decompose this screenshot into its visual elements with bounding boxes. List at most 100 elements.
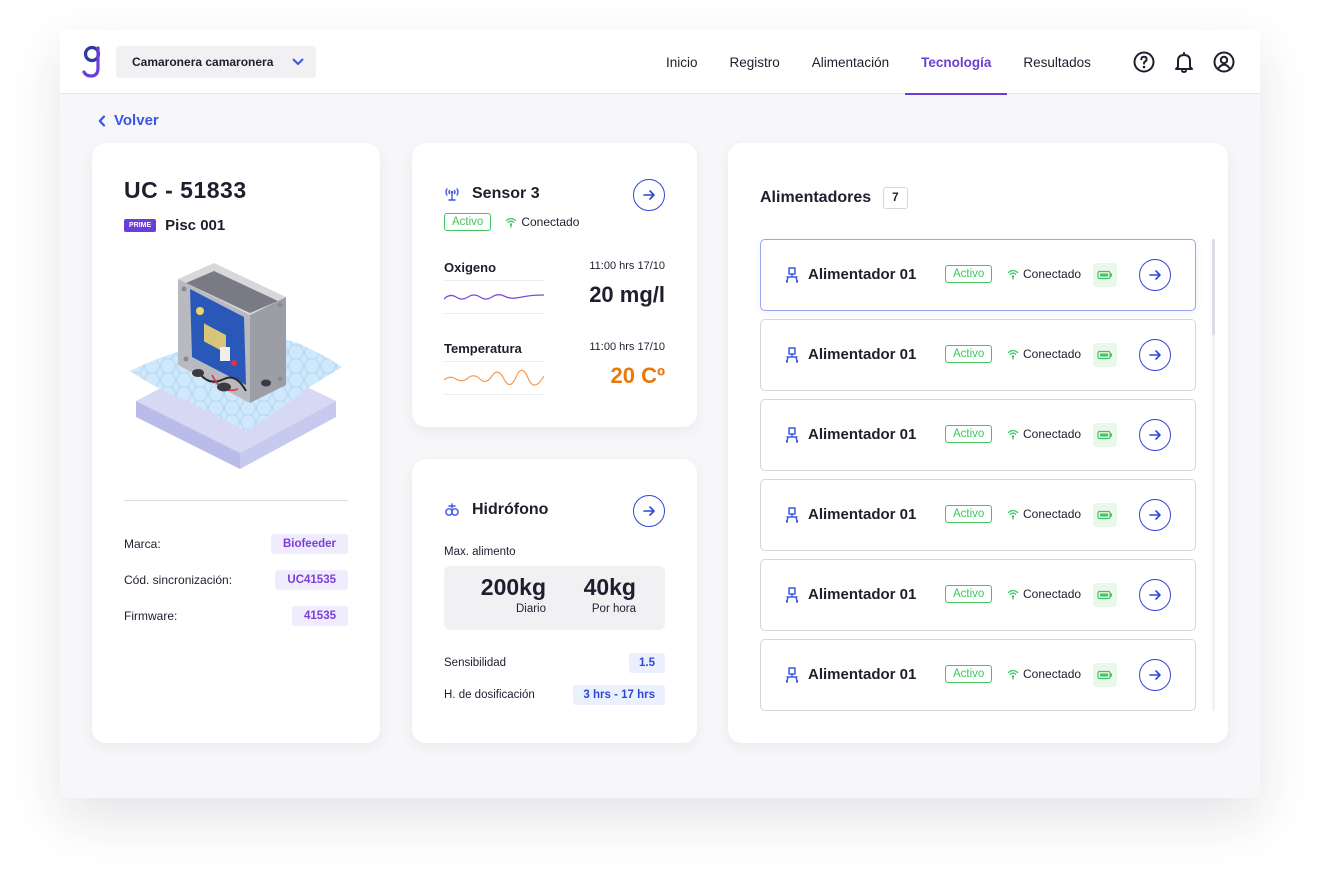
- wifi-icon: [1007, 669, 1019, 680]
- status-badge: Activo: [945, 585, 993, 603]
- sensor-open-button[interactable]: [633, 179, 665, 211]
- feeder-row[interactable]: Alimentador 01 Activo Conectado: [760, 479, 1196, 551]
- spec-label: Cód. sincronización:: [124, 573, 233, 587]
- hydrophone-open-button[interactable]: [633, 495, 665, 527]
- battery-icon: [1093, 423, 1117, 447]
- feeder-name: Alimentador 01: [808, 666, 917, 683]
- spec-value: UC41535: [275, 570, 348, 590]
- pond-name: Pisc 001: [165, 217, 226, 234]
- max-feed-label: Max. alimento: [444, 546, 516, 558]
- metric-time: 11:00 hrs 17/10: [589, 341, 665, 353]
- feeder-open-button[interactable]: [1139, 259, 1171, 291]
- nav-alimentacion[interactable]: Alimentación: [796, 30, 905, 94]
- temperature-sparkline: [443, 361, 545, 395]
- hydrophone-icon: [445, 503, 459, 516]
- daily-max: 200kg Diario: [472, 574, 546, 615]
- feeder-icon: [785, 347, 799, 363]
- spec-row-sync-code: Cód. sincronización: UC41535: [124, 570, 348, 590]
- metric-name: Oxigeno: [444, 260, 497, 275]
- status-badge: Activo: [945, 505, 993, 523]
- connection-status: Conectado: [1007, 347, 1081, 361]
- feeder-name: Alimentador 01: [808, 266, 917, 283]
- feeder-row[interactable]: Alimentador 01 Activo Conectado: [760, 399, 1196, 471]
- hydrophone-title: Hidrófono: [472, 501, 549, 518]
- feeder-open-button[interactable]: [1139, 419, 1171, 451]
- feeders-card: Alimentadores 7 Alimentador 01 Activo Co…: [728, 143, 1228, 743]
- battery-icon: [1093, 343, 1117, 367]
- metric-value: 20 Cº: [610, 363, 665, 388]
- wifi-icon: [1007, 269, 1019, 280]
- arrow-right-icon: [1149, 430, 1161, 440]
- wifi-icon: [1007, 589, 1019, 600]
- feeder-name: Alimentador 01: [808, 506, 917, 523]
- user-circle-icon[interactable]: [1212, 50, 1236, 74]
- back-label: Volver: [114, 112, 159, 129]
- header-actions: [1132, 50, 1236, 74]
- connection-status: Conectado: [1007, 427, 1081, 441]
- hydrophone-card: Hidrófono Max. alimento 200kg Diario 40k…: [412, 459, 697, 743]
- unit-card: UC - 51833 PRIME Pisc 001 Marca: Biofeed…: [92, 143, 380, 743]
- sensor-title: Sensor 3: [472, 185, 540, 202]
- feeder-open-button[interactable]: [1139, 659, 1171, 691]
- main-nav: Inicio Registro Alimentación Tecnología …: [650, 30, 1107, 95]
- arrow-right-icon: [1149, 510, 1161, 520]
- connection-status: Conectado: [505, 215, 579, 229]
- feeder-row[interactable]: Alimentador 01 Activo Conectado: [760, 319, 1196, 391]
- farm-select[interactable]: Camaronera camaronera: [116, 46, 316, 78]
- spec-value: Biofeeder: [270, 534, 348, 554]
- farm-select-value: Camaronera camaronera: [132, 55, 274, 69]
- feeder-open-button[interactable]: [1139, 339, 1171, 371]
- battery-icon: [1093, 263, 1117, 287]
- help-icon[interactable]: [1132, 50, 1156, 74]
- feeder-row[interactable]: Alimentador 01 Activo Conectado: [760, 559, 1196, 631]
- arrow-right-icon: [1149, 270, 1161, 280]
- feeder-row[interactable]: Alimentador 01 Activo Conectado: [760, 639, 1196, 711]
- feeders-count: 7: [883, 187, 908, 209]
- feeders-scrollbar[interactable]: [1212, 239, 1215, 335]
- feeder-name: Alimentador 01: [808, 426, 917, 443]
- control-unit-illustration: [130, 263, 342, 469]
- battery-icon: [1093, 663, 1117, 687]
- unit-divider: [124, 500, 348, 501]
- hourly-max-value: 40kg: [583, 574, 636, 600]
- feeder-open-button[interactable]: [1139, 579, 1171, 611]
- arrow-right-icon: [1149, 670, 1161, 680]
- brand-logo[interactable]: [82, 44, 102, 80]
- nav-resultados[interactable]: Resultados: [1007, 30, 1107, 94]
- nav-tecnologia[interactable]: Tecnología: [905, 30, 1008, 95]
- feeder-row[interactable]: Alimentador 01 Activo Conectado: [760, 239, 1196, 311]
- sensor-card: Sensor 3 Activo Conectado Oxigeno 11:00 …: [412, 143, 697, 427]
- status-badge: Activo: [945, 425, 993, 443]
- top-bar: Camaronera camaronera Inicio Registro Al…: [60, 30, 1260, 95]
- connection-label: Conectado: [1023, 427, 1082, 441]
- connection-label: Conectado: [1023, 507, 1082, 521]
- chevron-down-icon: [292, 58, 304, 65]
- feeder-icon: [785, 267, 799, 283]
- sensor-status-row: Activo Conectado: [444, 213, 579, 231]
- arrow-right-icon: [643, 506, 655, 516]
- feeder-name: Alimentador 01: [808, 346, 917, 363]
- connection-status: Conectado: [1007, 507, 1081, 521]
- metric-value: 20 mg/l: [589, 282, 665, 307]
- wifi-icon: [506, 217, 517, 228]
- arrow-right-icon: [1149, 350, 1161, 360]
- battery-icon: [1093, 503, 1117, 527]
- back-link[interactable]: Volver: [98, 112, 159, 129]
- sensitivity-row: Sensibilidad 1.5: [444, 653, 665, 673]
- max-feed-box: 200kg Diario 40kg Por hora: [444, 566, 665, 630]
- prime-badge: PRIME: [124, 219, 157, 232]
- feeder-open-button[interactable]: [1139, 499, 1171, 531]
- status-badge: Activo: [945, 665, 993, 683]
- bell-icon[interactable]: [1172, 50, 1196, 74]
- nav-inicio[interactable]: Inicio: [650, 30, 714, 94]
- hourly-max: 40kg Por hora: [574, 574, 636, 615]
- metric-name: Temperatura: [444, 341, 522, 356]
- metric-time: 11:00 hrs 17/10: [589, 260, 665, 272]
- status-badge: Activo: [444, 213, 492, 231]
- feeder-icon: [785, 667, 799, 683]
- nav-registro[interactable]: Registro: [714, 30, 796, 94]
- feeders-title: Alimentadores: [760, 189, 872, 206]
- wifi-icon: [1007, 509, 1019, 520]
- spec-row-firmware: Firmware: 41535: [124, 606, 348, 626]
- antenna-icon: [445, 188, 459, 201]
